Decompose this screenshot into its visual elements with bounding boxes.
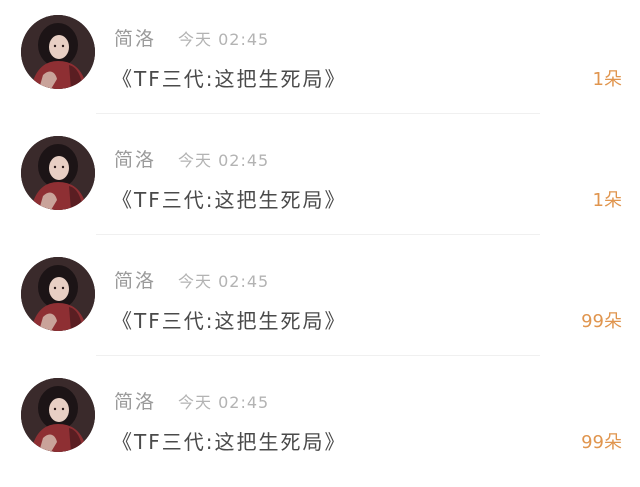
divider [96, 234, 540, 235]
list-item[interactable]: 简洛 今天 02:45 《TF三代:这把生死局》 99朵 [0, 363, 640, 484]
sender-name: 简洛 [114, 149, 157, 171]
avatar-image [21, 257, 95, 331]
sender-name: 简洛 [114, 391, 157, 413]
divider [96, 355, 540, 356]
avatar-image [21, 136, 95, 210]
gift-count: 1朵 [592, 190, 622, 211]
gift-count: 99朵 [581, 311, 622, 332]
list-item[interactable]: 简洛 今天 02:45 《TF三代:这把生死局》 1朵 [0, 121, 640, 242]
sender-name: 简洛 [114, 28, 157, 50]
gift-count: 1朵 [592, 69, 622, 90]
divider [96, 113, 540, 114]
work-title[interactable]: 《TF三代:这把生死局》 [112, 63, 346, 92]
avatar[interactable] [21, 257, 95, 331]
avatar[interactable] [21, 378, 95, 452]
timestamp: 今天 02:45 [178, 30, 270, 49]
avatar[interactable] [21, 136, 95, 210]
work-title[interactable]: 《TF三代:这把生死局》 [112, 426, 346, 455]
timestamp: 今天 02:45 [178, 272, 270, 291]
work-title[interactable]: 《TF三代:这把生死局》 [112, 305, 346, 334]
list-item[interactable]: 简洛 今天 02:45 《TF三代:这把生死局》 1朵 [0, 0, 640, 121]
avatar[interactable] [21, 15, 95, 89]
gift-count: 99朵 [581, 432, 622, 453]
sender-name: 简洛 [114, 270, 157, 292]
avatar-image [21, 378, 95, 452]
gift-message-list: 简洛 今天 02:45 《TF三代:这把生死局》 1朵 简洛 今天 02:45 … [0, 0, 640, 487]
list-item[interactable]: 简洛 今天 02:45 《TF三代:这把生死局》 99朵 [0, 242, 640, 363]
timestamp: 今天 02:45 [178, 393, 270, 412]
avatar-image [21, 15, 95, 89]
work-title[interactable]: 《TF三代:这把生死局》 [112, 184, 346, 213]
timestamp: 今天 02:45 [178, 151, 270, 170]
